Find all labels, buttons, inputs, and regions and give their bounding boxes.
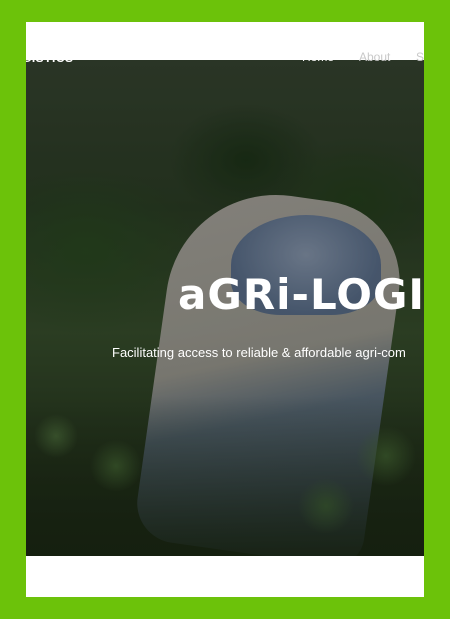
nav-home-link[interactable]: Home <box>302 50 334 64</box>
hero-title: aGRi-LOGI <box>178 270 424 319</box>
site-logo-text[interactable]: GISTICS <box>26 51 74 65</box>
nav-about-link[interactable]: About <box>359 50 390 64</box>
nav-services-link[interactable]: S <box>416 50 424 64</box>
hero-subtitle: Facilitating access to reliable & afford… <box>112 345 406 360</box>
browser-frame: GISTICS Home About S aGRi-LOGI Facilitat… <box>26 22 424 597</box>
top-navigation <box>26 60 424 100</box>
